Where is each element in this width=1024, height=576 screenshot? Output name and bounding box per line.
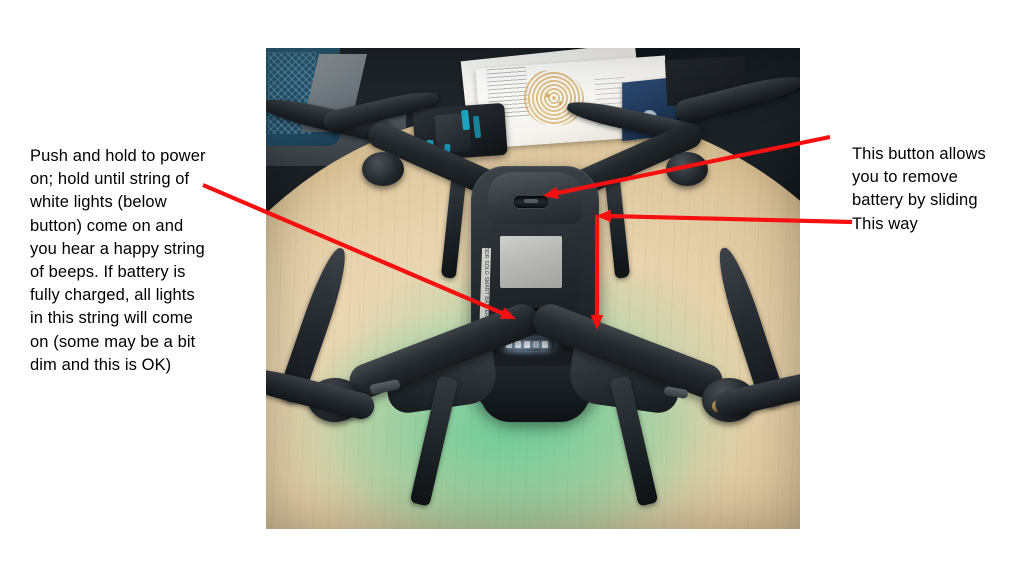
- motor-rear-left: [362, 152, 404, 186]
- battery-sticker: [500, 236, 562, 288]
- slide-canvas: Push and hold to power on; hold until st…: [0, 0, 1024, 576]
- propeller-rear-right-blade-b: [673, 70, 800, 124]
- right-annotation-text: This button allows you to remove battery…: [852, 145, 986, 233]
- motor-rear-right: [666, 152, 708, 186]
- landing-leg-rear-right: [604, 176, 631, 280]
- battery-release-button-notch: [524, 199, 538, 203]
- landing-leg-rear-left: [440, 176, 467, 280]
- led-indicator-2: [515, 341, 521, 348]
- led-indicator-5: [542, 341, 548, 348]
- led-indicator-4: [533, 341, 539, 348]
- led-indicator-3: [524, 341, 530, 348]
- left-annotation-text: Push and hold to power on; hold until st…: [30, 147, 206, 374]
- quadcopter-drone: 3DR SOLO SMART BATTERY 5200mAh 14.8V 3DR: [266, 48, 800, 529]
- drone-photo: 3DR SOLO SMART BATTERY 5200mAh 14.8V 3DR: [266, 48, 800, 529]
